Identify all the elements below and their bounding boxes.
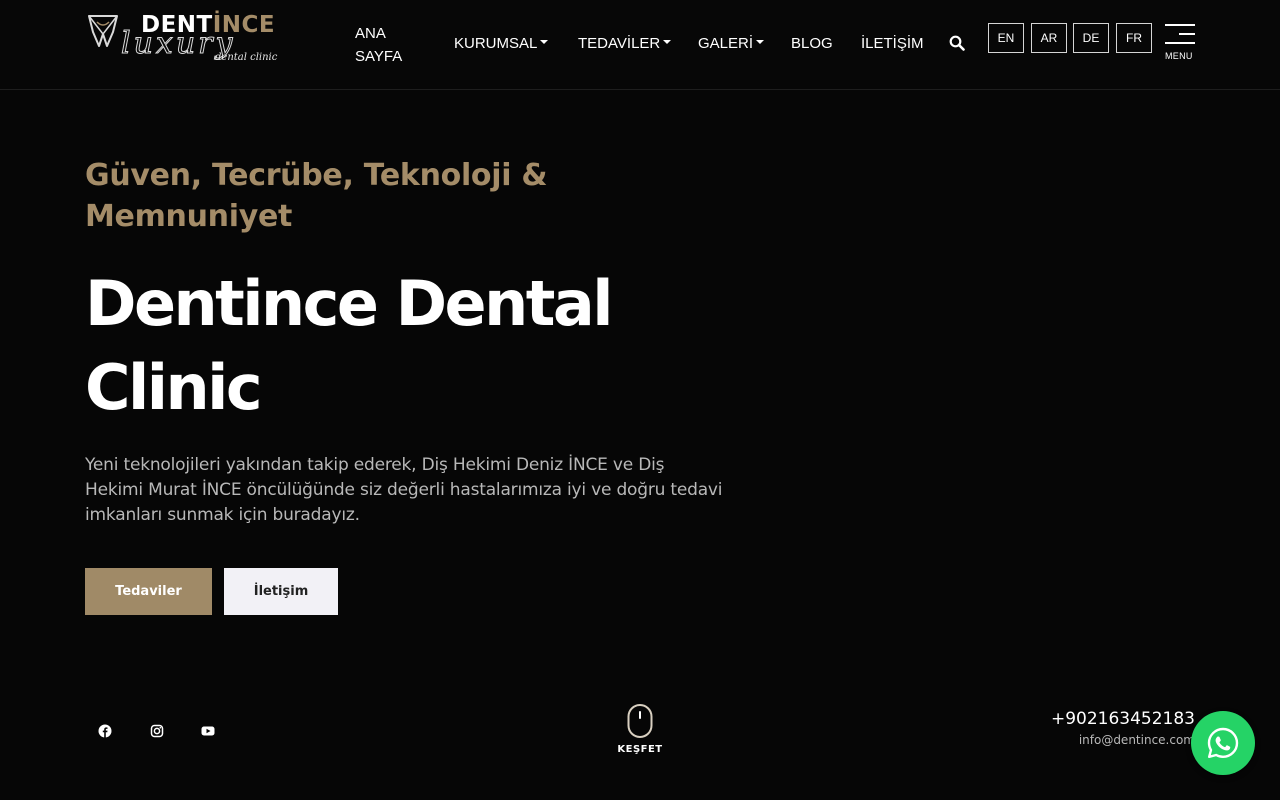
tooth-logo-icon [88, 15, 118, 47]
lang-fr-button[interactable]: FR [1116, 23, 1152, 53]
nav-corporate[interactable]: KURUMSAL [454, 35, 549, 52]
menu-label: MENU [1165, 51, 1193, 61]
youtube-icon [201, 726, 215, 736]
facebook-link[interactable] [97, 723, 113, 739]
site-header: DENTİNCE luxury dental clinic ANA SAYFA … [0, 0, 1280, 90]
search-icon [949, 35, 965, 51]
nav-treatments-label: TEDAVİLER [578, 35, 661, 52]
email-address[interactable]: info@dentince.com [1079, 733, 1195, 747]
youtube-link[interactable] [200, 723, 216, 739]
lang-en-button[interactable]: EN [988, 23, 1024, 53]
instagram-icon [150, 724, 164, 738]
scroll-down-button[interactable]: KEŞFET [612, 704, 668, 760]
chevron-down-icon [540, 40, 549, 45]
nav-treatments[interactable]: TEDAVİLER [578, 35, 672, 52]
scroll-label: KEŞFET [617, 744, 663, 755]
menu-button[interactable]: MENU [1163, 23, 1197, 63]
nav-gallery-label: GALERİ [698, 35, 754, 52]
nav-gallery[interactable]: GALERİ [698, 35, 765, 52]
facebook-icon [98, 724, 112, 738]
mouse-icon [627, 704, 653, 738]
contact-button[interactable]: İletişim [224, 568, 338, 615]
nav-corporate-label: KURUMSAL [454, 35, 538, 52]
phone-number[interactable]: +902163452183 [1051, 709, 1195, 729]
lang-ar-button[interactable]: AR [1031, 23, 1067, 53]
chevron-down-icon [663, 40, 672, 45]
hero-description: Yeni teknolojileri yakından takip ederek… [85, 455, 723, 525]
nav-blog[interactable]: BLOG [791, 35, 833, 52]
hero-title: Dentince Dental Clinic [85, 267, 613, 424]
whatsapp-button[interactable] [1191, 711, 1255, 775]
lang-de-button[interactable]: DE [1073, 23, 1109, 53]
hamburger-icon-line [1165, 42, 1195, 44]
whatsapp-icon [1207, 727, 1239, 758]
hamburger-icon [1165, 24, 1195, 26]
chevron-down-icon [756, 40, 765, 45]
logo-subtitle: dental clinic [215, 52, 278, 63]
hero-tagline: Güven, Tecrübe, Teknoloji & Memnuniyet [85, 158, 548, 234]
nav-contact[interactable]: İLETİŞİM [861, 35, 924, 52]
logo[interactable]: DENTİNCE luxury dental clinic [85, 10, 301, 80]
treatments-button[interactable]: Tedaviler [85, 568, 212, 615]
instagram-link[interactable] [149, 723, 165, 739]
hamburger-icon-line [1179, 33, 1195, 35]
search-button[interactable] [949, 35, 965, 51]
nav-home[interactable]: ANA SAYFA [355, 22, 415, 68]
